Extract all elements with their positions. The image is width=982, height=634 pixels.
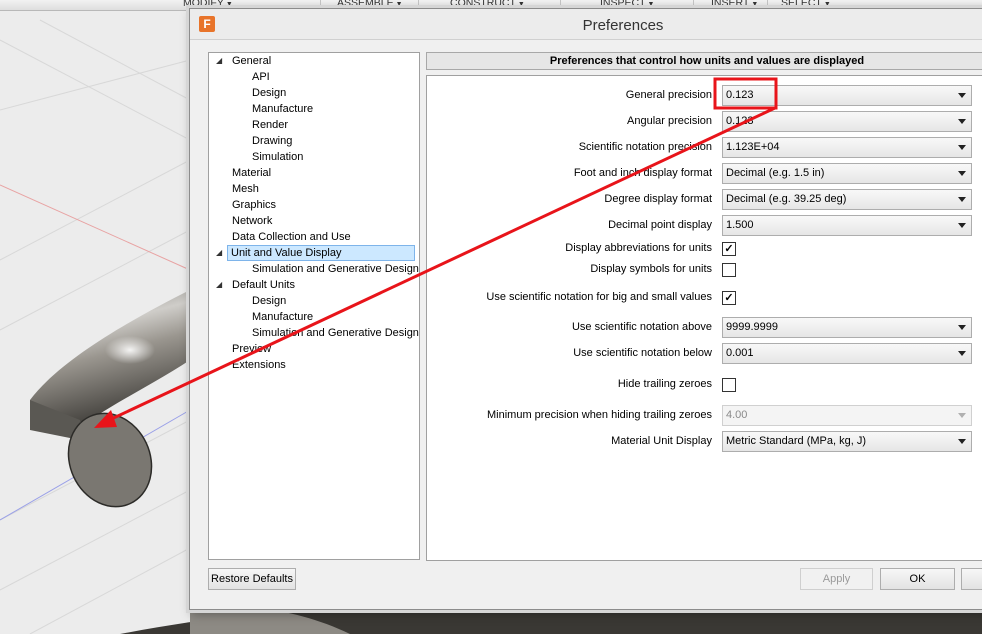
scientific-precision-label: Scientific notation precision bbox=[578, 141, 712, 153]
abbreviations-checkbox[interactable]: ✓ bbox=[722, 242, 736, 256]
min-precision-label: Minimum precision when hiding trailing z… bbox=[487, 409, 712, 421]
angular-precision-label: Angular precision bbox=[627, 115, 712, 127]
chevron-down-icon bbox=[958, 351, 966, 356]
tree-item-graphics[interactable]: Graphics bbox=[229, 197, 279, 213]
chevron-down-icon bbox=[958, 223, 966, 228]
tree-item-general[interactable]: General bbox=[229, 53, 274, 69]
expand-arrow-icon[interactable]: ◢ bbox=[216, 245, 222, 261]
tree-item-sim-generative[interactable]: Simulation and Generative Design bbox=[249, 261, 422, 277]
tree-item-default-design[interactable]: Design bbox=[249, 293, 289, 309]
tree-item-render[interactable]: Render bbox=[249, 117, 291, 133]
tree-item-preview[interactable]: Preview bbox=[229, 341, 274, 357]
tree-item-simulation[interactable]: Simulation bbox=[249, 149, 306, 165]
chevron-down-icon bbox=[958, 325, 966, 330]
preferences-dialog: F Preferences ◢ General API Design Manuf… bbox=[189, 8, 982, 610]
angular-precision-select[interactable]: 0.123 bbox=[722, 111, 972, 132]
tree-item-design[interactable]: Design bbox=[249, 85, 289, 101]
hide-trailing-checkbox[interactable] bbox=[722, 378, 736, 392]
dialog-titlebar[interactable]: F Preferences bbox=[190, 9, 982, 40]
sci-below-select[interactable]: 0.001 bbox=[722, 343, 972, 364]
ok-button[interactable]: OK bbox=[880, 568, 955, 590]
tree-item-default-units[interactable]: Default Units bbox=[229, 277, 298, 293]
tree-item-default-manufacture[interactable]: Manufacture bbox=[249, 309, 316, 325]
scientific-precision-select[interactable]: 1.123E+04 bbox=[722, 137, 972, 158]
degree-format-select[interactable]: Decimal (e.g. 39.25 deg) bbox=[722, 189, 972, 210]
symbols-label: Display symbols for units bbox=[590, 263, 712, 275]
use-scientific-checkbox[interactable]: ✓ bbox=[722, 291, 736, 305]
category-tree[interactable]: ◢ General API Design Manufacture Render … bbox=[208, 52, 420, 560]
general-precision-select[interactable]: 0.123 bbox=[722, 85, 972, 106]
general-precision-label: General precision bbox=[625, 89, 712, 101]
tree-item-drawing[interactable]: Drawing bbox=[249, 133, 295, 149]
apply-button[interactable]: Apply bbox=[800, 568, 873, 590]
chevron-down-icon bbox=[958, 413, 966, 418]
panel-header: Preferences that control how units and v… bbox=[426, 52, 982, 70]
chevron-down-icon bbox=[958, 93, 966, 98]
foot-inch-format-label: Foot and inch display format bbox=[573, 167, 712, 179]
sci-below-label: Use scientific notation below bbox=[573, 347, 712, 359]
abbreviations-label: Display abbreviations for units bbox=[565, 242, 712, 254]
chevron-down-icon bbox=[958, 145, 966, 150]
dialog-title: Preferences bbox=[582, 17, 664, 34]
tree-item-extensions[interactable]: Extensions bbox=[229, 357, 289, 373]
chevron-down-icon bbox=[958, 119, 966, 124]
tree-item-data-collection[interactable]: Data Collection and Use bbox=[229, 229, 354, 245]
tree-item-manufacture[interactable]: Manufacture bbox=[249, 101, 316, 117]
restore-defaults-button[interactable]: Restore Defaults bbox=[208, 568, 296, 590]
use-scientific-label: Use scientific notation for big and smal… bbox=[486, 291, 712, 303]
expand-arrow-icon[interactable]: ◢ bbox=[216, 53, 222, 69]
chevron-down-icon bbox=[958, 439, 966, 444]
material-unit-label: Material Unit Display bbox=[611, 435, 712, 447]
tree-item-default-sim-generative[interactable]: Simulation and Generative Design bbox=[249, 325, 422, 341]
tree-item-api[interactable]: API bbox=[249, 69, 273, 85]
expand-arrow-icon[interactable]: ◢ bbox=[216, 277, 222, 293]
material-unit-select[interactable]: Metric Standard (MPa, kg, J) bbox=[722, 431, 972, 452]
decimal-point-select[interactable]: 1.500 bbox=[722, 215, 972, 236]
sci-above-label: Use scientific notation above bbox=[571, 321, 712, 333]
min-precision-select: 4.00 bbox=[722, 405, 972, 426]
symbols-checkbox[interactable] bbox=[722, 263, 736, 277]
tree-item-mesh[interactable]: Mesh bbox=[229, 181, 262, 197]
tree-item-unit-value-display[interactable]: Unit and Value Display bbox=[227, 245, 415, 261]
degree-format-label: Degree display format bbox=[604, 193, 712, 205]
sci-above-select[interactable]: 9999.9999 bbox=[722, 317, 972, 338]
cancel-button[interactable] bbox=[961, 568, 982, 590]
foot-inch-format-select[interactable]: Decimal (e.g. 1.5 in) bbox=[722, 163, 972, 184]
chevron-down-icon bbox=[958, 197, 966, 202]
tree-item-material[interactable]: Material bbox=[229, 165, 274, 181]
tree-item-network[interactable]: Network bbox=[229, 213, 275, 229]
decimal-point-label: Decimal point display bbox=[608, 219, 712, 231]
settings-panel: General precision 0.123 Angular precisio… bbox=[426, 75, 982, 561]
chevron-down-icon bbox=[958, 171, 966, 176]
hide-trailing-label: Hide trailing zeroes bbox=[617, 378, 712, 390]
